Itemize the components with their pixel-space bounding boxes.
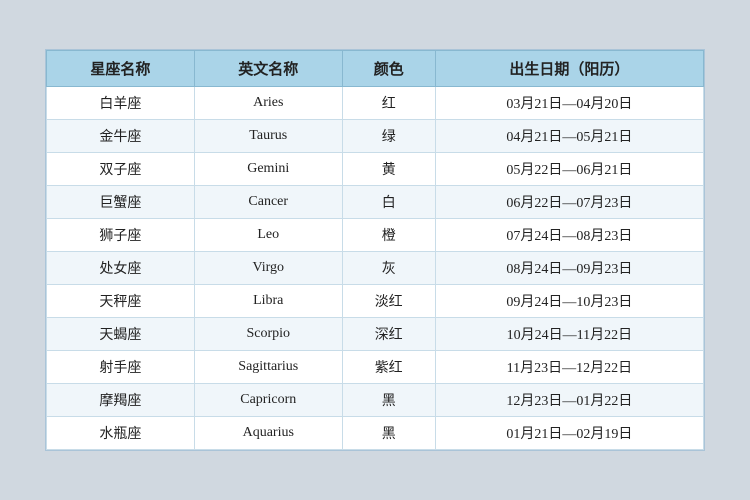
table-cell: 天蝎座 bbox=[47, 318, 195, 351]
table-cell: 05月22日—06月21日 bbox=[435, 153, 703, 186]
table-header-row: 星座名称英文名称颜色出生日期（阳历） bbox=[47, 51, 704, 87]
table-cell: 金牛座 bbox=[47, 120, 195, 153]
table-row: 摩羯座Capricorn黑12月23日—01月22日 bbox=[47, 384, 704, 417]
table-cell: 灰 bbox=[342, 252, 435, 285]
table-cell: 水瓶座 bbox=[47, 417, 195, 450]
table-cell: Leo bbox=[194, 219, 342, 252]
table-row: 处女座Virgo灰08月24日—09月23日 bbox=[47, 252, 704, 285]
table-cell: 10月24日—11月22日 bbox=[435, 318, 703, 351]
table-cell: 巨蟹座 bbox=[47, 186, 195, 219]
table-row: 天秤座Libra淡红09月24日—10月23日 bbox=[47, 285, 704, 318]
table-row: 射手座Sagittarius紫红11月23日—12月22日 bbox=[47, 351, 704, 384]
table-cell: Virgo bbox=[194, 252, 342, 285]
table-cell: 11月23日—12月22日 bbox=[435, 351, 703, 384]
table-cell: Taurus bbox=[194, 120, 342, 153]
table-header-cell: 星座名称 bbox=[47, 51, 195, 87]
table-row: 水瓶座Aquarius黑01月21日—02月19日 bbox=[47, 417, 704, 450]
table-cell: Libra bbox=[194, 285, 342, 318]
table-cell: 04月21日—05月21日 bbox=[435, 120, 703, 153]
table-cell: 09月24日—10月23日 bbox=[435, 285, 703, 318]
table-header-cell: 颜色 bbox=[342, 51, 435, 87]
table-cell: Aquarius bbox=[194, 417, 342, 450]
table-cell: 绿 bbox=[342, 120, 435, 153]
table-cell: 07月24日—08月23日 bbox=[435, 219, 703, 252]
table-cell: 白羊座 bbox=[47, 87, 195, 120]
table-cell: 天秤座 bbox=[47, 285, 195, 318]
table-row: 金牛座Taurus绿04月21日—05月21日 bbox=[47, 120, 704, 153]
table-cell: Scorpio bbox=[194, 318, 342, 351]
table-cell: 双子座 bbox=[47, 153, 195, 186]
table-row: 巨蟹座Cancer白06月22日—07月23日 bbox=[47, 186, 704, 219]
table-cell: Aries bbox=[194, 87, 342, 120]
table-row: 白羊座Aries红03月21日—04月20日 bbox=[47, 87, 704, 120]
table-cell: 黑 bbox=[342, 384, 435, 417]
table-cell: Cancer bbox=[194, 186, 342, 219]
table-header-cell: 英文名称 bbox=[194, 51, 342, 87]
table-cell: 射手座 bbox=[47, 351, 195, 384]
table-cell: Capricorn bbox=[194, 384, 342, 417]
table-cell: 处女座 bbox=[47, 252, 195, 285]
table-cell: 淡红 bbox=[342, 285, 435, 318]
table-row: 狮子座Leo橙07月24日—08月23日 bbox=[47, 219, 704, 252]
table-cell: 06月22日—07月23日 bbox=[435, 186, 703, 219]
table-cell: 白 bbox=[342, 186, 435, 219]
table-cell: 紫红 bbox=[342, 351, 435, 384]
table-cell: 橙 bbox=[342, 219, 435, 252]
table-cell: 01月21日—02月19日 bbox=[435, 417, 703, 450]
table-cell: 黄 bbox=[342, 153, 435, 186]
table-cell: 摩羯座 bbox=[47, 384, 195, 417]
table-cell: 03月21日—04月20日 bbox=[435, 87, 703, 120]
table-cell: 12月23日—01月22日 bbox=[435, 384, 703, 417]
table-row: 天蝎座Scorpio深红10月24日—11月22日 bbox=[47, 318, 704, 351]
table-cell: 深红 bbox=[342, 318, 435, 351]
zodiac-table: 星座名称英文名称颜色出生日期（阳历） 白羊座Aries红03月21日—04月20… bbox=[46, 50, 704, 450]
table-cell: 黑 bbox=[342, 417, 435, 450]
zodiac-table-wrapper: 星座名称英文名称颜色出生日期（阳历） 白羊座Aries红03月21日—04月20… bbox=[45, 49, 705, 451]
table-cell: 狮子座 bbox=[47, 219, 195, 252]
table-row: 双子座Gemini黄05月22日—06月21日 bbox=[47, 153, 704, 186]
table-header-cell: 出生日期（阳历） bbox=[435, 51, 703, 87]
table-cell: 红 bbox=[342, 87, 435, 120]
table-cell: Sagittarius bbox=[194, 351, 342, 384]
table-cell: Gemini bbox=[194, 153, 342, 186]
table-cell: 08月24日—09月23日 bbox=[435, 252, 703, 285]
table-body: 白羊座Aries红03月21日—04月20日金牛座Taurus绿04月21日—0… bbox=[47, 87, 704, 450]
